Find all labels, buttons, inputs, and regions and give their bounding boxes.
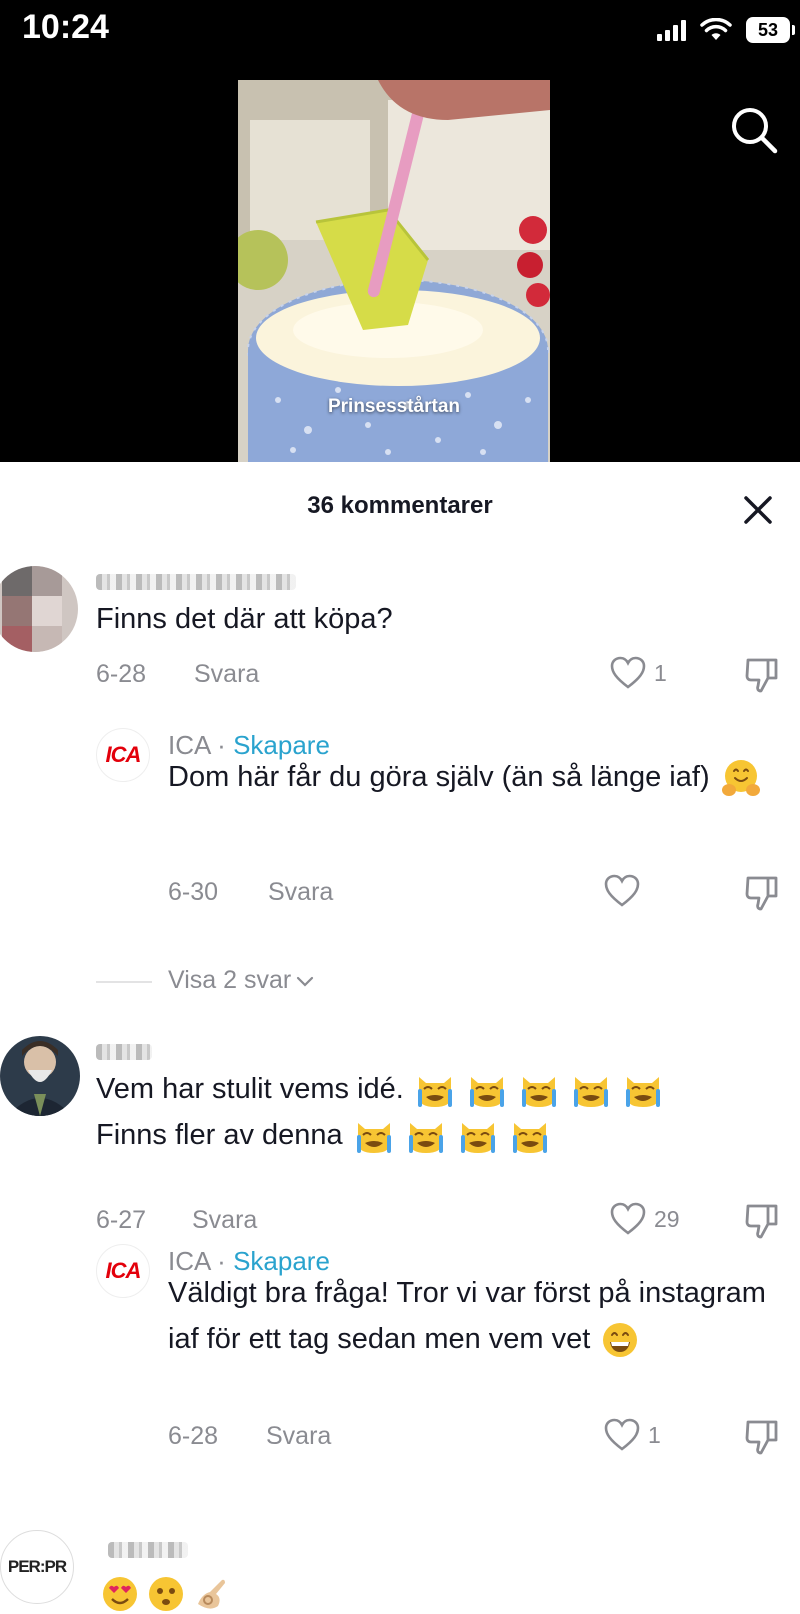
avatar[interactable]: PER:PR [0,1530,74,1604]
battery-level: 53 [757,19,779,40]
ica-avatar[interactable]: ICA [96,1244,150,1298]
heart-icon [610,1202,646,1235]
thumbs-down-icon [745,1204,778,1239]
like-button[interactable] [604,874,640,908]
crying-cat-emoji-icon [408,1123,443,1154]
crying-cat-emoji-icon [469,1077,504,1108]
heart-eyes-emoji-icon [103,1577,137,1611]
dislike-button[interactable] [742,1416,784,1458]
status-time: 10:24 [22,8,109,46]
ica-avatar[interactable]: ICA [96,728,150,782]
thumbs-down-icon [745,658,778,693]
dislike-button[interactable] [742,1200,784,1242]
comments-sheet: 36 kommentarer Finns det där att köpa? 6… [0,462,800,1614]
status-icons: 53 [657,14,795,46]
divider-line [96,981,152,983]
reply-button[interactable]: Svara [268,878,333,907]
heart-icon [604,1418,640,1451]
thumbs-down-icon [745,1420,778,1455]
dislike-button[interactable] [742,654,784,696]
username-blurred [96,574,296,590]
wifi-icon [700,18,732,40]
crying-cat-emoji-icon [522,1077,557,1108]
video-area: 10:24 53 Prinsesstårtan [0,0,800,462]
grinning-emoji-icon [603,1323,638,1358]
avatar[interactable] [0,1036,80,1116]
hugging-emoji-icon [721,760,760,797]
crying-cat-emojis [351,1119,551,1154]
avatar[interactable] [0,566,78,652]
reply-text: Dom här får du göra själv (än så länge i… [168,754,778,800]
show-replies-button[interactable]: Visa 2 svar [168,966,315,995]
like-button[interactable]: 29 [610,1202,680,1236]
like-count: 29 [654,1205,680,1232]
close-button[interactable] [738,490,778,530]
crying-cat-emoji-icon [356,1123,391,1154]
reply-date: 6-30 [168,878,219,906]
comment-line-2: Finns fler av denna [96,1119,343,1151]
username-blurred [96,1044,152,1060]
heart-icon [604,874,640,907]
close-icon [744,496,772,524]
like-button[interactable]: 1 [604,1418,661,1452]
thumbs-down-icon [745,876,778,911]
crying-cat-emoji-icon [626,1077,661,1108]
crying-cat-emoji-icon [574,1077,609,1108]
search-icon [732,108,778,154]
chevron-down-icon [297,976,314,987]
comment-text: Vem har stulit vems idé. Finns fler av d… [96,1066,786,1158]
comments-count-title: 36 kommentarer [307,492,493,519]
heart-icon [610,656,646,689]
like-count: 1 [648,1421,661,1448]
comment-emojis [100,1574,232,1614]
like-count: 1 [654,659,667,686]
reply-button[interactable]: Svara [266,1422,331,1451]
comment-date: 6-28 [96,660,147,688]
flushed-emoji-icon [149,1577,183,1611]
crying-cat-emoji-icon [417,1077,452,1108]
video-caption: Prinsesstårtan [327,396,460,417]
comment-date: 6-27 [96,1206,147,1234]
battery-icon: 53 [746,17,795,43]
video-thumbnail[interactable]: Prinsesstårtan [238,80,550,462]
signal-icon [657,19,686,41]
like-button[interactable]: 1 [610,656,667,690]
ok-hand-emoji-icon [198,1579,225,1609]
dislike-button[interactable] [742,872,784,914]
show-replies-label: Visa 2 svar [168,966,292,994]
reply-date: 6-28 [168,1422,219,1450]
comment-line-1: Vem har stulit vems idé. [96,1073,404,1105]
reply-text: Väldigt bra fråga! Tror vi var först på … [168,1270,768,1362]
crying-cat-emoji-icon [460,1123,495,1154]
crying-cat-emoji-icon [512,1123,547,1154]
reply-button[interactable]: Svara [194,660,259,689]
reply-button[interactable]: Svara [192,1206,257,1235]
crying-cat-emojis [412,1073,664,1108]
username-blurred [108,1542,188,1558]
search-button[interactable] [728,104,780,156]
comment-text: Finns det där att köpa? [96,603,393,635]
